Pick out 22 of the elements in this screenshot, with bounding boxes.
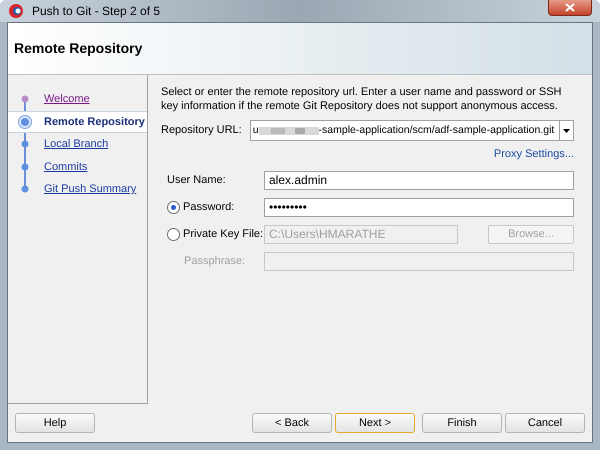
step-item[interactable]: Local Branch xyxy=(8,133,147,156)
passphrase-label: Passphrase: xyxy=(184,254,246,269)
window-title: Push to Git - Step 2 of 5 xyxy=(32,3,160,20)
description-text: Select or enter the remote repository url. Enter a user name and password or SSH key information if the remote Git Repository does not support anonymous access. xyxy=(161,85,562,113)
proxy-settings-link[interactable]: Proxy Settings... xyxy=(494,146,574,162)
user-name-label: User Name: xyxy=(167,172,227,188)
auth-option-label: Password: xyxy=(183,200,234,215)
auth-option-label: Private Key File: xyxy=(183,226,264,242)
dialog-button[interactable]: Cancel xyxy=(505,413,585,433)
step-item[interactable]: Commits xyxy=(8,156,147,178)
auth-field[interactable]: ••••••••• xyxy=(264,198,574,216)
dialog-button[interactable]: Help xyxy=(15,413,95,433)
dialog-button[interactable]: < Back xyxy=(252,413,332,433)
user-name-field[interactable]: alex.admin xyxy=(264,170,574,190)
page-title: Remote Repository xyxy=(14,39,142,58)
repository-url-field[interactable]: u -sample-application/scm/adf-sample-application.git xyxy=(250,120,574,141)
step-item[interactable]: Git Push Summary xyxy=(8,178,147,200)
dialog-button[interactable]: Next > xyxy=(335,413,415,433)
step-item[interactable]: Remote Repository xyxy=(8,110,147,133)
repository-url-label: Repository URL: xyxy=(161,123,242,138)
step-item[interactable]: Welcome xyxy=(8,88,147,110)
dialog-button[interactable]: Finish xyxy=(422,413,502,433)
